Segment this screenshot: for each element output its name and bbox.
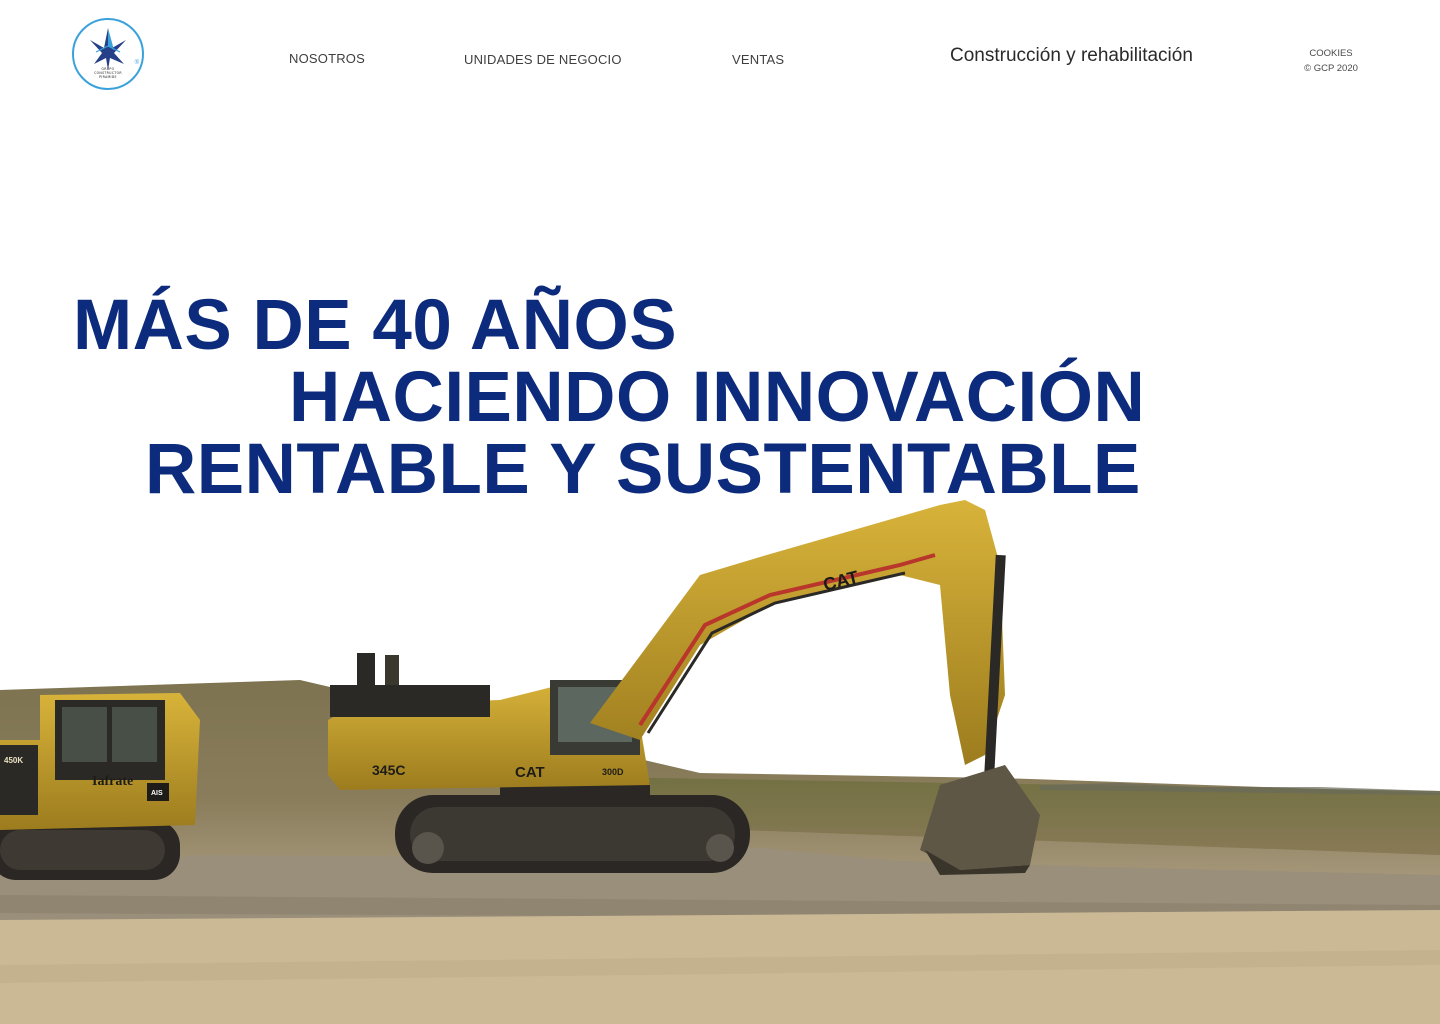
excavator-model-label: 345C: [372, 762, 405, 778]
excavator-series-label: 300D: [602, 767, 624, 777]
nav-link-nosotros[interactable]: NOSOTROS: [289, 51, 365, 66]
company-logo[interactable]: GRUPO CONSTRUCTOR PIRAMIDE ®: [72, 18, 144, 90]
excavator-cat-label: CAT: [515, 764, 545, 781]
copyright-text: © GCP 2020: [1304, 63, 1358, 74]
registered-mark: ®: [134, 60, 139, 66]
hero-headline-line-3: RENTABLE Y SUSTENTABLE: [145, 430, 1141, 509]
logo-line-3: PIRAMIDE: [99, 75, 117, 79]
nav-link-unidades-de-negocio[interactable]: UNIDADES DE NEGOCIO: [464, 52, 622, 67]
dozer-brand-label: Iafrate: [92, 774, 133, 789]
landing-page: 345C CAT 300D CAT 450K Iafrate AIS GRUPO: [0, 0, 1440, 1024]
nav-link-ventas[interactable]: VENTAS: [732, 52, 784, 67]
hero-photo: 345C CAT 300D CAT 450K Iafrate AIS: [0, 500, 1440, 1024]
dozer-badge-label: AIS: [151, 790, 163, 797]
dozer-model-label: 450K: [4, 756, 23, 765]
cookies-link[interactable]: COOKIES: [1286, 46, 1376, 61]
nav-link-construccion[interactable]: Construcción y rehabilitación: [950, 45, 1193, 67]
header-footer-links: COOKIES © GCP 2020: [1286, 46, 1376, 76]
hero-headline-line-2: HACIENDO INNOVACIÓN: [289, 358, 1146, 437]
hero-headline-line-1: MÁS DE 40 AÑOS: [73, 286, 678, 365]
excavator: 345C CAT 300D CAT: [328, 500, 1040, 875]
